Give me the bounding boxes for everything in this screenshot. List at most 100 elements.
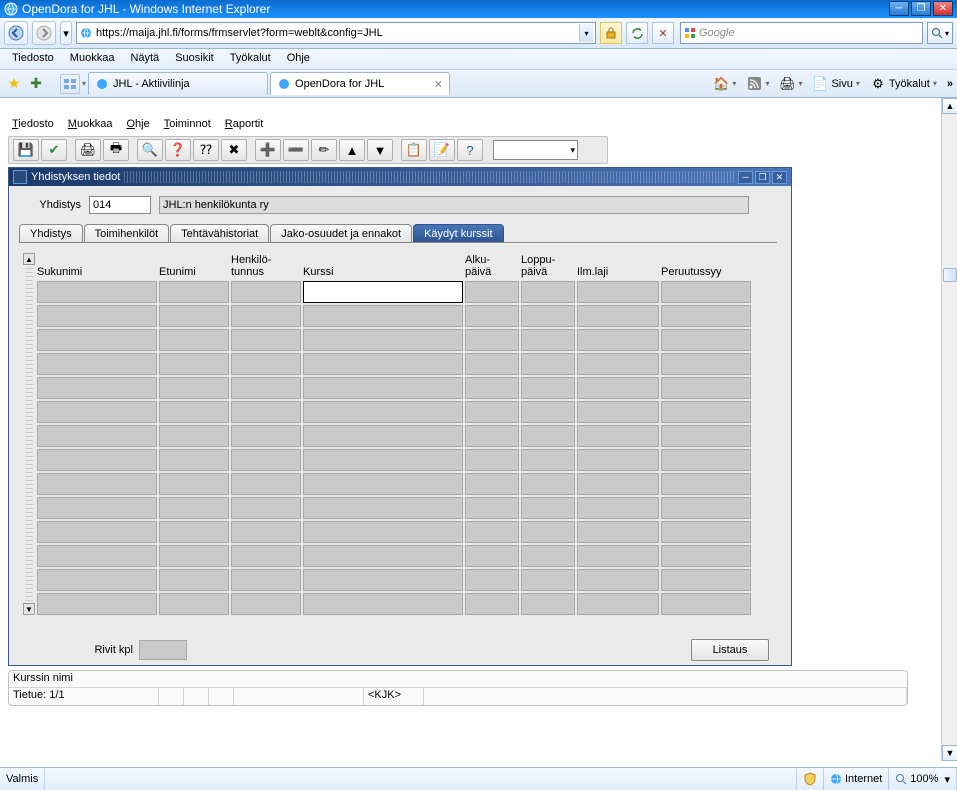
grid-cell[interactable]	[465, 401, 519, 423]
stop-button[interactable]: ✕	[652, 22, 674, 44]
remove-record-icon[interactable]: ➖	[283, 139, 309, 161]
grid-cell[interactable]	[577, 593, 659, 615]
grid-cell[interactable]	[577, 329, 659, 351]
toolbar-combo[interactable]: ▾	[493, 140, 578, 160]
tab-jako-osuudet[interactable]: Jako-osuudet ja ennakot	[270, 224, 412, 242]
grid-cell[interactable]	[159, 353, 229, 375]
grid-cell[interactable]	[465, 497, 519, 519]
grid-cell[interactable]	[661, 329, 751, 351]
grid-cell[interactable]	[231, 329, 301, 351]
scroll-thumb[interactable]	[943, 268, 957, 282]
grid-scroll-track[interactable]	[25, 267, 33, 601]
grid-cell[interactable]	[159, 329, 229, 351]
grid-cell[interactable]	[521, 329, 575, 351]
grid-cell[interactable]	[303, 569, 463, 591]
grid-cell[interactable]	[37, 281, 157, 303]
back-button[interactable]	[4, 21, 28, 45]
grid-cell[interactable]	[465, 593, 519, 615]
grid-cell[interactable]	[661, 305, 751, 327]
grid-cell[interactable]	[577, 377, 659, 399]
clear-record-icon[interactable]: ✏	[311, 139, 337, 161]
menu-muokkaa[interactable]: Muokkaa	[62, 49, 123, 69]
grid-cell[interactable]	[37, 353, 157, 375]
grid-cell[interactable]	[661, 497, 751, 519]
save-icon[interactable]: 💾	[13, 139, 39, 161]
grid-cell[interactable]	[521, 545, 575, 567]
scroll-down-button[interactable]: ▼	[942, 745, 957, 761]
grid-cell[interactable]	[465, 425, 519, 447]
grid-cell[interactable]	[661, 593, 751, 615]
grid-cell[interactable]	[231, 401, 301, 423]
prev-record-icon[interactable]: ▲	[339, 139, 365, 161]
grid-cell[interactable]	[37, 377, 157, 399]
menu-suosikit[interactable]: Suosikit	[167, 49, 222, 69]
page-vertical-scrollbar[interactable]: ▲ ▼	[941, 98, 957, 761]
grid-cell[interactable]	[521, 521, 575, 543]
grid-cell[interactable]	[159, 569, 229, 591]
grid-cell[interactable]	[159, 593, 229, 615]
print-setup-icon[interactable]: 🖶	[103, 139, 129, 161]
nav-history-dropdown[interactable]: ▾	[60, 21, 72, 45]
grid-cell[interactable]	[231, 353, 301, 375]
status-zone[interactable]: Internet	[824, 768, 889, 790]
grid-cell[interactable]	[303, 401, 463, 423]
window-maximize-button[interactable]: ❐	[911, 1, 931, 16]
grid-cell[interactable]	[577, 545, 659, 567]
oracle-menu-tiedosto[interactable]: Tiedosto	[12, 118, 54, 130]
mdi-minimize-button[interactable]: ─	[738, 171, 753, 184]
menu-ohje[interactable]: Ohje	[279, 49, 318, 69]
oracle-menu-muokkaa[interactable]: Muokkaa	[68, 118, 113, 130]
mdi-restore-button[interactable]: ❐	[755, 171, 770, 184]
grid-scroll-down[interactable]: ▼	[23, 603, 35, 615]
grid-cell[interactable]	[37, 593, 157, 615]
quick-tabs-button[interactable]	[60, 74, 80, 94]
tab-yhdistys[interactable]: Yhdistys	[19, 224, 83, 242]
grid-cell[interactable]	[37, 305, 157, 327]
grid-cell[interactable]	[577, 569, 659, 591]
grid-cell[interactable]	[521, 593, 575, 615]
favorites-star-icon[interactable]: ★	[4, 74, 24, 94]
oracle-menu-raportit[interactable]: Raportit	[225, 118, 264, 130]
ssl-lock-icon[interactable]	[600, 22, 622, 44]
grid-cell[interactable]	[661, 425, 751, 447]
grid-cell[interactable]	[577, 497, 659, 519]
grid-cell[interactable]	[303, 545, 463, 567]
grid-cell[interactable]	[303, 305, 463, 327]
grid-cell[interactable]	[231, 545, 301, 567]
grid-cell[interactable]	[577, 425, 659, 447]
window-minimize-button[interactable]: ─	[889, 1, 909, 16]
grid-cell[interactable]	[577, 449, 659, 471]
grid-cell[interactable]	[521, 497, 575, 519]
tab-toimihenkilot[interactable]: Toimihenkilöt	[84, 224, 170, 242]
listaus-button[interactable]: Listaus	[691, 639, 769, 661]
grid-cell[interactable]	[521, 569, 575, 591]
scroll-up-button[interactable]: ▲	[942, 98, 957, 114]
grid-cell[interactable]	[37, 569, 157, 591]
grid-cell[interactable]	[37, 329, 157, 351]
grid-cell[interactable]	[661, 377, 751, 399]
grid-cell[interactable]	[37, 449, 157, 471]
search-go-button[interactable]: ▾	[927, 22, 953, 44]
grid-cell[interactable]	[521, 281, 575, 303]
search-icon[interactable]: 🔍	[137, 139, 163, 161]
grid-vertical-scrollbar[interactable]: ▲ ▼	[23, 253, 35, 615]
grid-cell[interactable]	[159, 401, 229, 423]
grid-cell[interactable]	[159, 521, 229, 543]
forward-button[interactable]	[32, 21, 56, 45]
tab-kaydyt-kurssit[interactable]: Käydyt kurssit	[413, 224, 503, 242]
grid-cell[interactable]	[661, 353, 751, 375]
grid-cell[interactable]	[577, 401, 659, 423]
grid-cell[interactable]	[37, 473, 157, 495]
insert-record-icon[interactable]: ➕	[255, 139, 281, 161]
grid-cell[interactable]	[231, 449, 301, 471]
grid-cell[interactable]	[159, 305, 229, 327]
grid-cell[interactable]	[303, 473, 463, 495]
grid-cell[interactable]	[159, 473, 229, 495]
rivit-kpl-input[interactable]	[139, 640, 187, 660]
grid-cell[interactable]	[577, 353, 659, 375]
home-button[interactable]: 🏠▾	[713, 76, 736, 92]
grid-cell[interactable]	[303, 521, 463, 543]
grid-cell[interactable]	[465, 545, 519, 567]
grid-cell[interactable]	[303, 449, 463, 471]
help-icon[interactable]: ?	[457, 139, 483, 161]
